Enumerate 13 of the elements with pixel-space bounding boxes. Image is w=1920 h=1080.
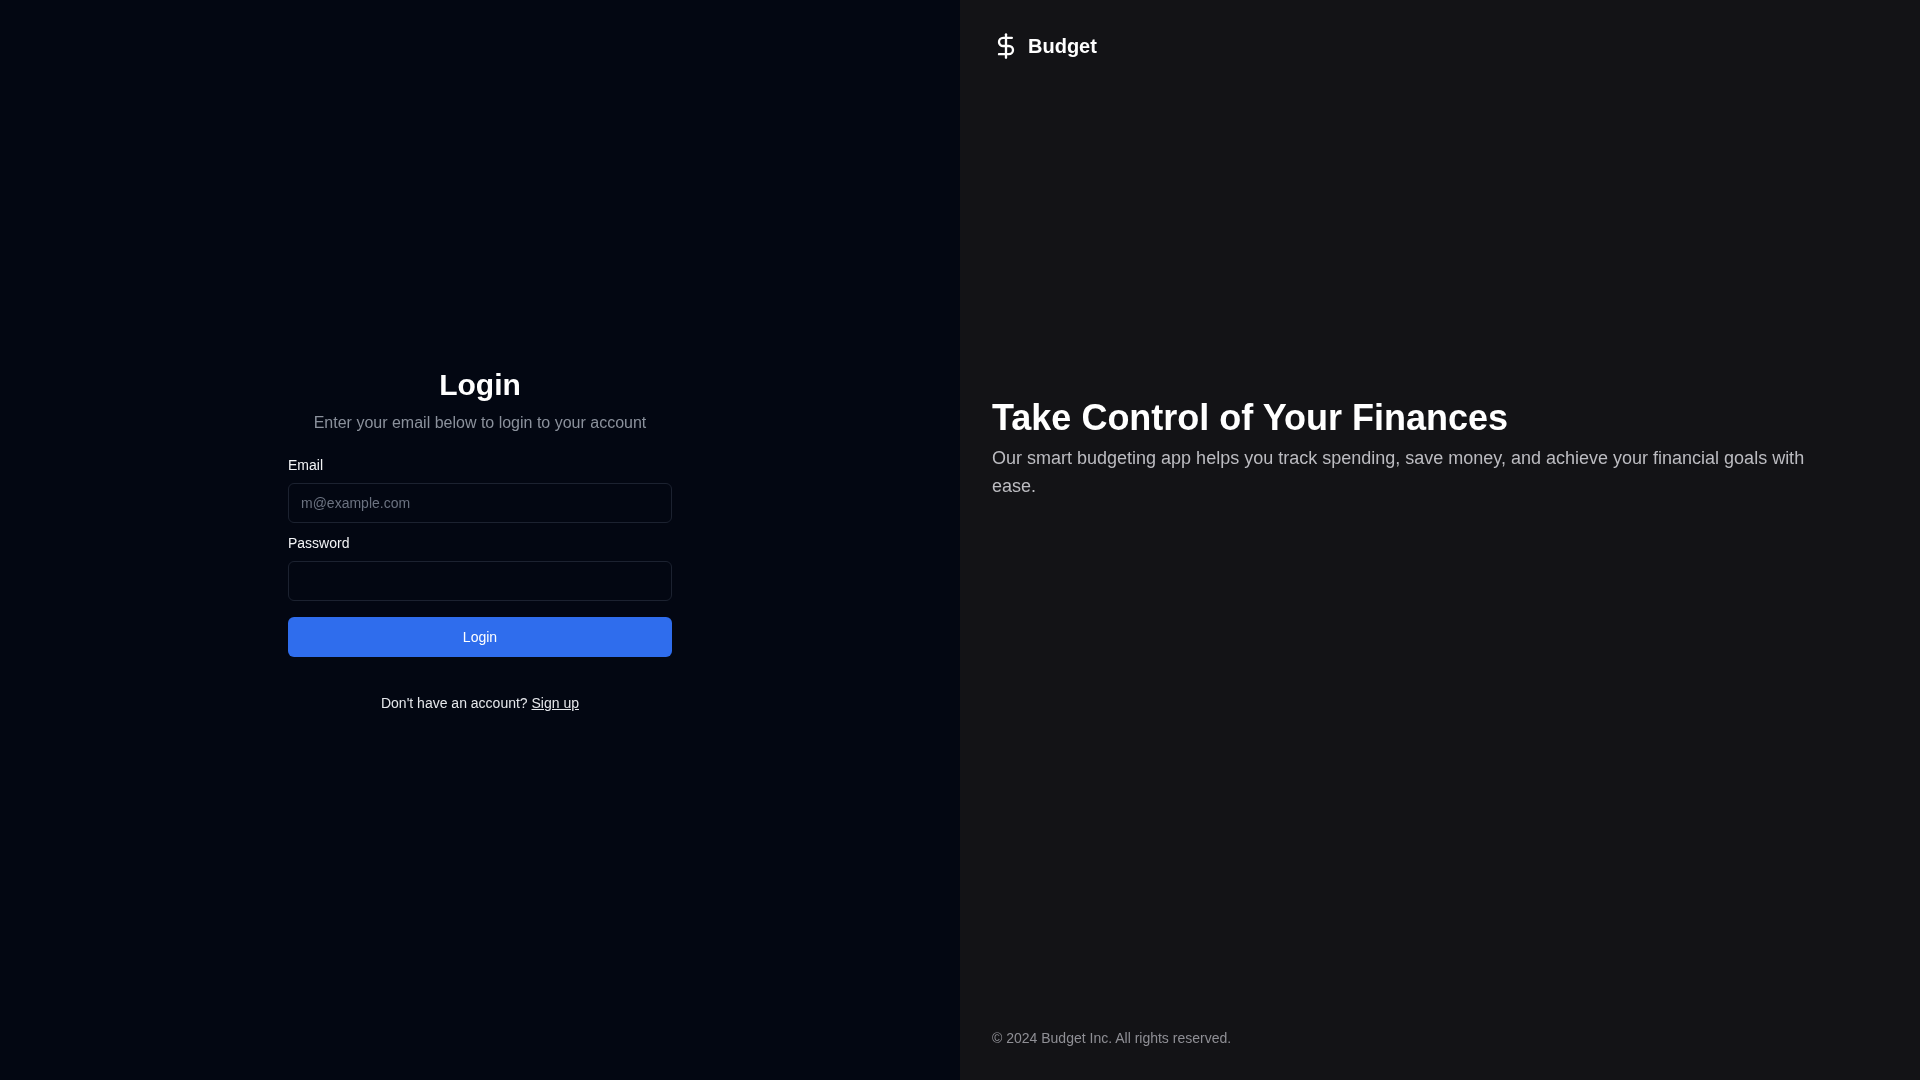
field-label: Password: [288, 534, 351, 553]
input-field[interactable]: m@example.com: [288, 483, 672, 523]
login-button[interactable]: Login: [288, 617, 672, 657]
hero-title: Take Control of Your Finances: [992, 398, 1510, 438]
brand-name: Budget: [1028, 34, 1097, 59]
login-subtitle: Enter your email below to login to your account: [312, 413, 648, 433]
signup-link[interactable]: Sign up: [531, 695, 579, 711]
hero-text: Our smart budgeting app helps you track spending, save money, and achieve your financial goals with ease.: [992, 447, 1806, 498]
login-title: Login: [438, 367, 522, 403]
footer-text: © 2024 Budget Inc. All rights reserved.: [992, 1029, 1233, 1048]
signup-prompt: Don't have an account? Sign up: [379, 694, 580, 713]
input-field[interactable]: [288, 561, 672, 601]
field-label: Email: [288, 456, 324, 475]
